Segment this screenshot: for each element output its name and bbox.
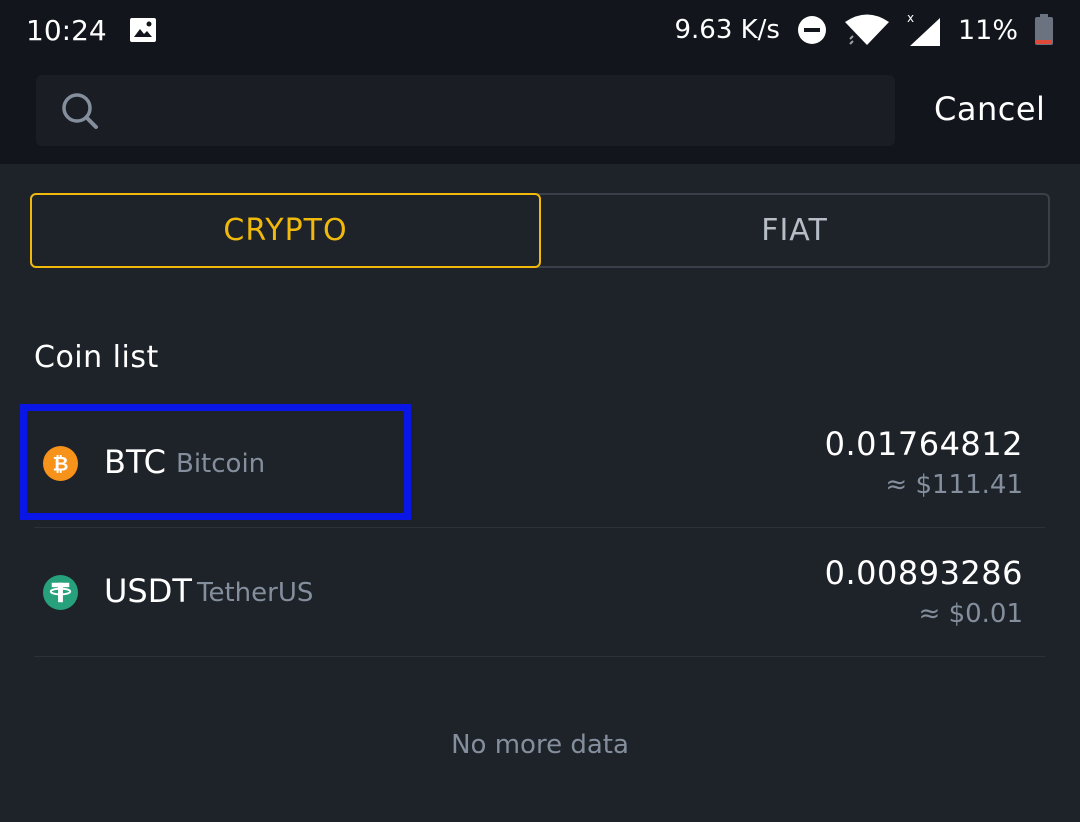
svg-text:₿: ₿ [53,452,69,475]
coin-symbol: BTC [104,443,166,481]
coin-amount: 0.01764812 [824,425,1023,463]
tab-bar: CRYPTO FIAT [30,193,1050,268]
search-box[interactable] [36,75,895,146]
coin-fiat-value: ≈ $111.41 [885,470,1023,500]
coin-row-usdt[interactable]: USDT TetherUS 0.00893286 ≈ $0.01 [34,528,1045,657]
coin-name: Bitcoin [176,449,266,479]
svg-text:x: x [907,12,914,25]
status-bar: 10:24 9.63 K/s x 11% [0,0,1080,60]
battery-icon [1035,14,1053,45]
tab-fiat[interactable]: FIAT [541,195,1048,266]
tether-icon [43,575,78,610]
search-input[interactable] [100,75,895,146]
battery-percent: 11% [957,14,1018,46]
coin-row-btc[interactable]: ₿ BTC Bitcoin 0.01764812 ≈ $111.41 [34,399,1045,528]
status-right: 9.63 K/s x 11% [674,12,1054,48]
search-bar: Cancel [0,60,1080,164]
wifi-icon [844,14,889,45]
coin-name: TetherUS [197,578,314,608]
cancel-button[interactable]: Cancel [934,90,1045,128]
search-icon [62,92,98,129]
section-title: Coin list [34,340,159,375]
signal-icon: x [907,12,940,46]
tab-crypto[interactable]: CRYPTO [30,193,541,268]
dnd-icon [797,16,826,44]
bitcoin-icon: ₿ [43,446,78,481]
network-speed: 9.63 K/s [674,15,780,45]
status-time: 10:24 [26,13,107,47]
coin-fiat-value: ≈ $0.01 [918,599,1023,629]
image-icon [129,18,156,42]
no-more-data: No more data [451,730,629,760]
coin-symbol: USDT [104,572,192,610]
coin-amount: 0.00893286 [824,554,1023,592]
